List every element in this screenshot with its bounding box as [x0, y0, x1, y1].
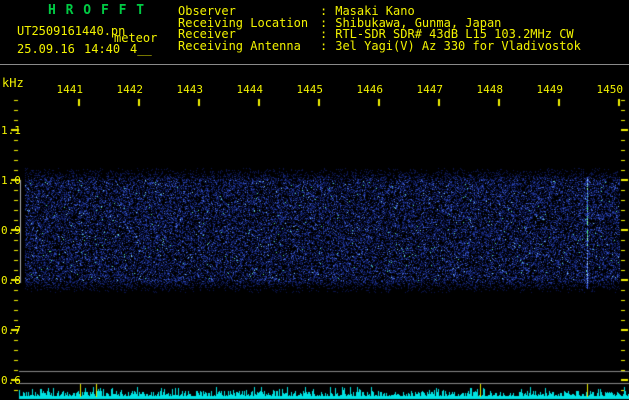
info-colon: :	[320, 39, 328, 53]
x-tick-label: 1450	[596, 83, 624, 96]
y-tick-label: 1.0	[1, 174, 21, 187]
info-label: Receiving Antenna	[178, 39, 301, 53]
x-tick-label: 1447	[416, 83, 444, 96]
app-title: H R O F F T	[48, 3, 146, 18]
y-tick-label: 0.6	[1, 374, 21, 387]
y-tick-label: 1.1	[1, 124, 21, 137]
info-value: 3el Yagi(V) Az 330 for Vladivostok	[335, 39, 581, 53]
time-label: 14:40	[84, 42, 121, 56]
y-tick-label: 0.7	[1, 324, 21, 337]
date-label: 25.09.16	[17, 42, 75, 56]
header-separator-line	[0, 64, 629, 65]
y-tick-label: 0.8	[1, 274, 21, 287]
y-tick-label: 0.9	[1, 224, 21, 237]
x-tick-label: 1444	[236, 83, 264, 96]
x-tick-label: 1445	[296, 83, 324, 96]
y-axis-unit-label: kHz	[2, 76, 24, 90]
filename-label: UT2509161440.pn	[17, 24, 126, 38]
spectrogram-canvas	[0, 0, 629, 400]
x-tick-label: 1441	[56, 83, 84, 96]
x-tick-label: 1442	[116, 83, 144, 96]
x-tick-label: 1443	[176, 83, 204, 96]
echo-counter: 4__	[130, 42, 152, 56]
info-row-antenna: Receiving Antenna:3el Yagi(V) Az 330 for…	[178, 39, 581, 53]
hrofft-screen: H R O F F T UT2509161440.pn meteor 25.09…	[0, 0, 629, 400]
x-tick-label: 1449	[536, 83, 564, 96]
x-tick-label: 1446	[356, 83, 384, 96]
x-tick-label: 1448	[476, 83, 504, 96]
